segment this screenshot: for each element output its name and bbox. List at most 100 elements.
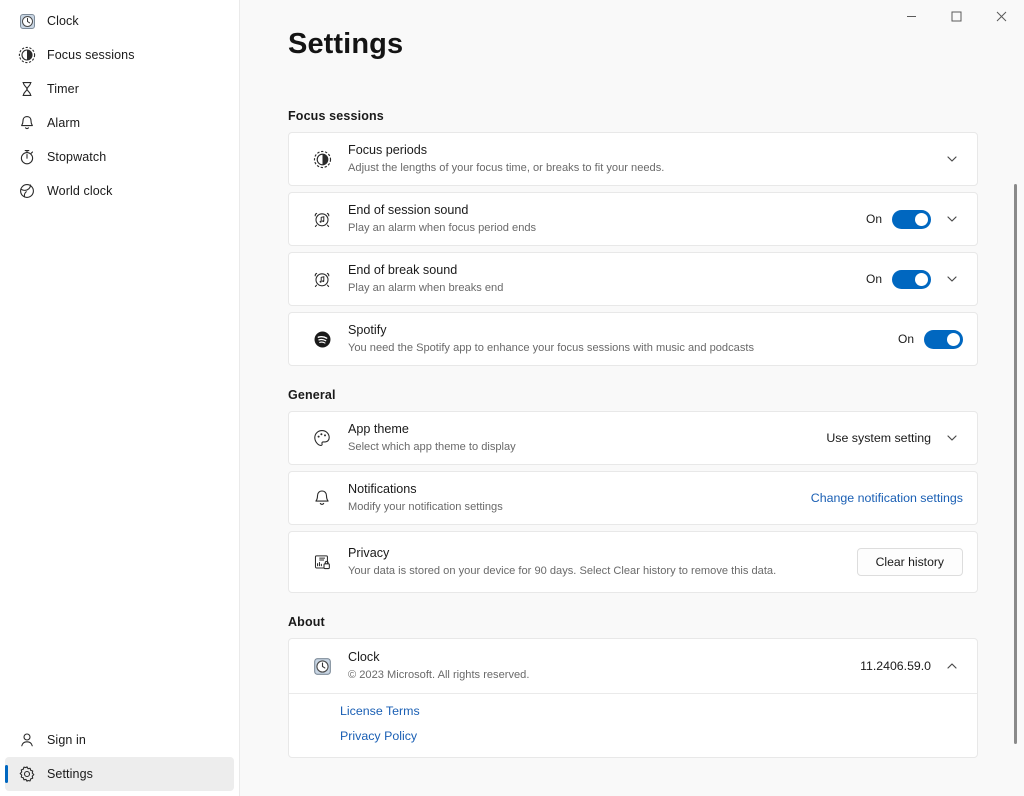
setting-row-end-of-session-sound[interactable]: End of session sound Play an alarm when … (288, 192, 978, 246)
setting-subtitle: Your data is stored on your device for 9… (348, 565, 777, 577)
setting-title: App theme (348, 422, 409, 436)
bell-icon (12, 114, 42, 132)
chevron-down-icon[interactable] (941, 427, 963, 449)
about-controls: 11.2406.59.0 (860, 655, 963, 677)
about-text: Clock © 2023 Microsoft. All rights reser… (339, 649, 860, 683)
sidebar-item-label: Focus sessions (47, 48, 135, 62)
about-card: Clock © 2023 Microsoft. All rights reser… (288, 638, 978, 758)
setting-subtitle: You need the Spotify app to enhance your… (348, 342, 754, 354)
setting-row-controls: Use system setting (826, 427, 963, 449)
toggle-switch[interactable] (892, 209, 931, 229)
setting-row-text: Privacy Your data is stored on your devi… (339, 545, 857, 579)
page-title: Settings (288, 28, 404, 60)
setting-row-controls: On (866, 268, 963, 290)
maximize-icon (951, 11, 962, 21)
setting-subtitle: Modify your notification settings (348, 501, 503, 513)
toggle-switch[interactable] (892, 269, 931, 289)
sidebar-item-clock[interactable]: Clock (5, 4, 234, 38)
setting-row-privacy[interactable]: Privacy Your data is stored on your devi… (288, 531, 978, 593)
setting-row-text: App theme Select which app theme to disp… (339, 421, 826, 455)
sidebar-item-label: Timer (47, 82, 79, 96)
scrollbar-thumb[interactable] (1014, 184, 1017, 744)
sidebar-item-stopwatch[interactable]: Stopwatch (5, 140, 234, 174)
setting-row-controls: Clear history (856, 548, 963, 576)
gear-icon (12, 765, 42, 783)
minimize-icon (907, 15, 916, 17)
window-controls (889, 0, 1024, 32)
group-heading: About (288, 615, 325, 629)
setting-title: Privacy (348, 546, 390, 560)
hourglass-icon (12, 80, 42, 98)
close-button[interactable] (979, 0, 1024, 32)
about-header-row[interactable]: Clock © 2023 Microsoft. All rights reser… (289, 639, 977, 693)
clear-history-button[interactable]: Clear history (856, 548, 963, 576)
group-heading: General (288, 388, 336, 402)
sidebar-item-settings[interactable]: Settings (5, 757, 234, 791)
setting-row-end-of-break-sound[interactable]: End of break sound Play an alarm when br… (288, 252, 978, 306)
privacy-chart-lock-icon (305, 553, 339, 572)
maximize-button[interactable] (934, 0, 979, 32)
setting-subtitle: Adjust the lengths of your focus time, o… (348, 162, 665, 174)
stopwatch-icon (12, 148, 42, 166)
chevron-up-icon[interactable] (941, 655, 963, 677)
toggle-state-label: On (865, 212, 882, 226)
globe-clock-icon (12, 182, 42, 200)
palette-icon (305, 428, 339, 448)
setting-row-text: Focus periods Adjust the lengths of your… (339, 142, 941, 176)
setting-subtitle: Play an alarm when breaks end (348, 282, 504, 294)
setting-subtitle: Play an alarm when focus period ends (348, 222, 537, 234)
change-notification-settings-link[interactable]: Change notification settings (811, 491, 963, 505)
alarm-music-icon (305, 269, 339, 289)
vertical-scrollbar[interactable] (1011, 36, 1019, 792)
clock-app-icon (12, 13, 42, 30)
focus-sessions-icon (305, 150, 339, 169)
setting-row-text: End of break sound Play an alarm when br… (339, 262, 866, 296)
setting-row-focus-periods[interactable]: Focus periods Adjust the lengths of your… (288, 132, 978, 186)
toggle-switch[interactable] (924, 329, 963, 349)
license-terms-link[interactable]: License Terms (340, 704, 961, 718)
sidebar-item-world-clock[interactable]: World clock (5, 174, 234, 208)
setting-row-text: End of session sound Play an alarm when … (339, 202, 866, 236)
sidebar-item-alarm[interactable]: Alarm (5, 106, 234, 140)
setting-subtitle: Select which app theme to display (348, 441, 516, 453)
spotify-icon (305, 330, 339, 349)
sidebar-bottom-group: Sign in Settings (0, 723, 239, 796)
chevron-down-icon[interactable] (941, 268, 963, 290)
app-theme-value[interactable]: Use system setting (826, 431, 931, 445)
setting-row-spotify[interactable]: Spotify You need the Spotify app to enha… (288, 312, 978, 366)
sidebar-item-label: Settings (47, 767, 93, 781)
toggle-state-label: On (897, 332, 914, 346)
settings-main-panel: Settings Focus sessions Focus periods Ad… (240, 0, 1024, 796)
setting-row-app-theme[interactable]: App theme Select which app theme to disp… (288, 411, 978, 465)
alarm-music-icon (305, 209, 339, 229)
group-about: About Clock © 2023 Microsoft. All rights… (288, 615, 978, 758)
setting-title: Spotify (348, 323, 387, 337)
setting-row-controls: On (866, 208, 963, 230)
setting-row-controls: Change notification settings (811, 491, 963, 505)
privacy-policy-link[interactable]: Privacy Policy (340, 729, 961, 743)
about-version: 11.2406.59.0 (860, 659, 931, 673)
setting-title: Focus periods (348, 143, 428, 157)
toggle-state-label: On (865, 272, 882, 286)
bell-icon (305, 488, 339, 508)
setting-title: End of break sound (348, 263, 458, 277)
setting-row-controls: On (897, 329, 963, 349)
close-icon (996, 11, 1007, 21)
group-heading: Focus sessions (288, 109, 384, 123)
setting-row-notifications[interactable]: Notifications Modify your notification s… (288, 471, 978, 525)
sidebar-item-label: Clock (47, 14, 79, 28)
person-icon (12, 731, 42, 749)
toggle-knob (915, 212, 928, 226)
sidebar-item-timer[interactable]: Timer (5, 72, 234, 106)
minimize-button[interactable] (889, 0, 934, 32)
sidebar-item-sign-in[interactable]: Sign in (5, 723, 234, 757)
clock-settings-window: Clock Focus sessions Timer Alarm Stopwat… (0, 0, 1024, 796)
chevron-down-icon[interactable] (941, 208, 963, 230)
sidebar-item-focus-sessions[interactable]: Focus sessions (5, 38, 234, 72)
toggle-knob (947, 332, 960, 346)
navigation-sidebar: Clock Focus sessions Timer Alarm Stopwat… (0, 0, 240, 796)
toggle-knob (915, 272, 928, 286)
chevron-down-icon[interactable] (941, 148, 963, 170)
sidebar-item-label: Alarm (47, 116, 81, 130)
